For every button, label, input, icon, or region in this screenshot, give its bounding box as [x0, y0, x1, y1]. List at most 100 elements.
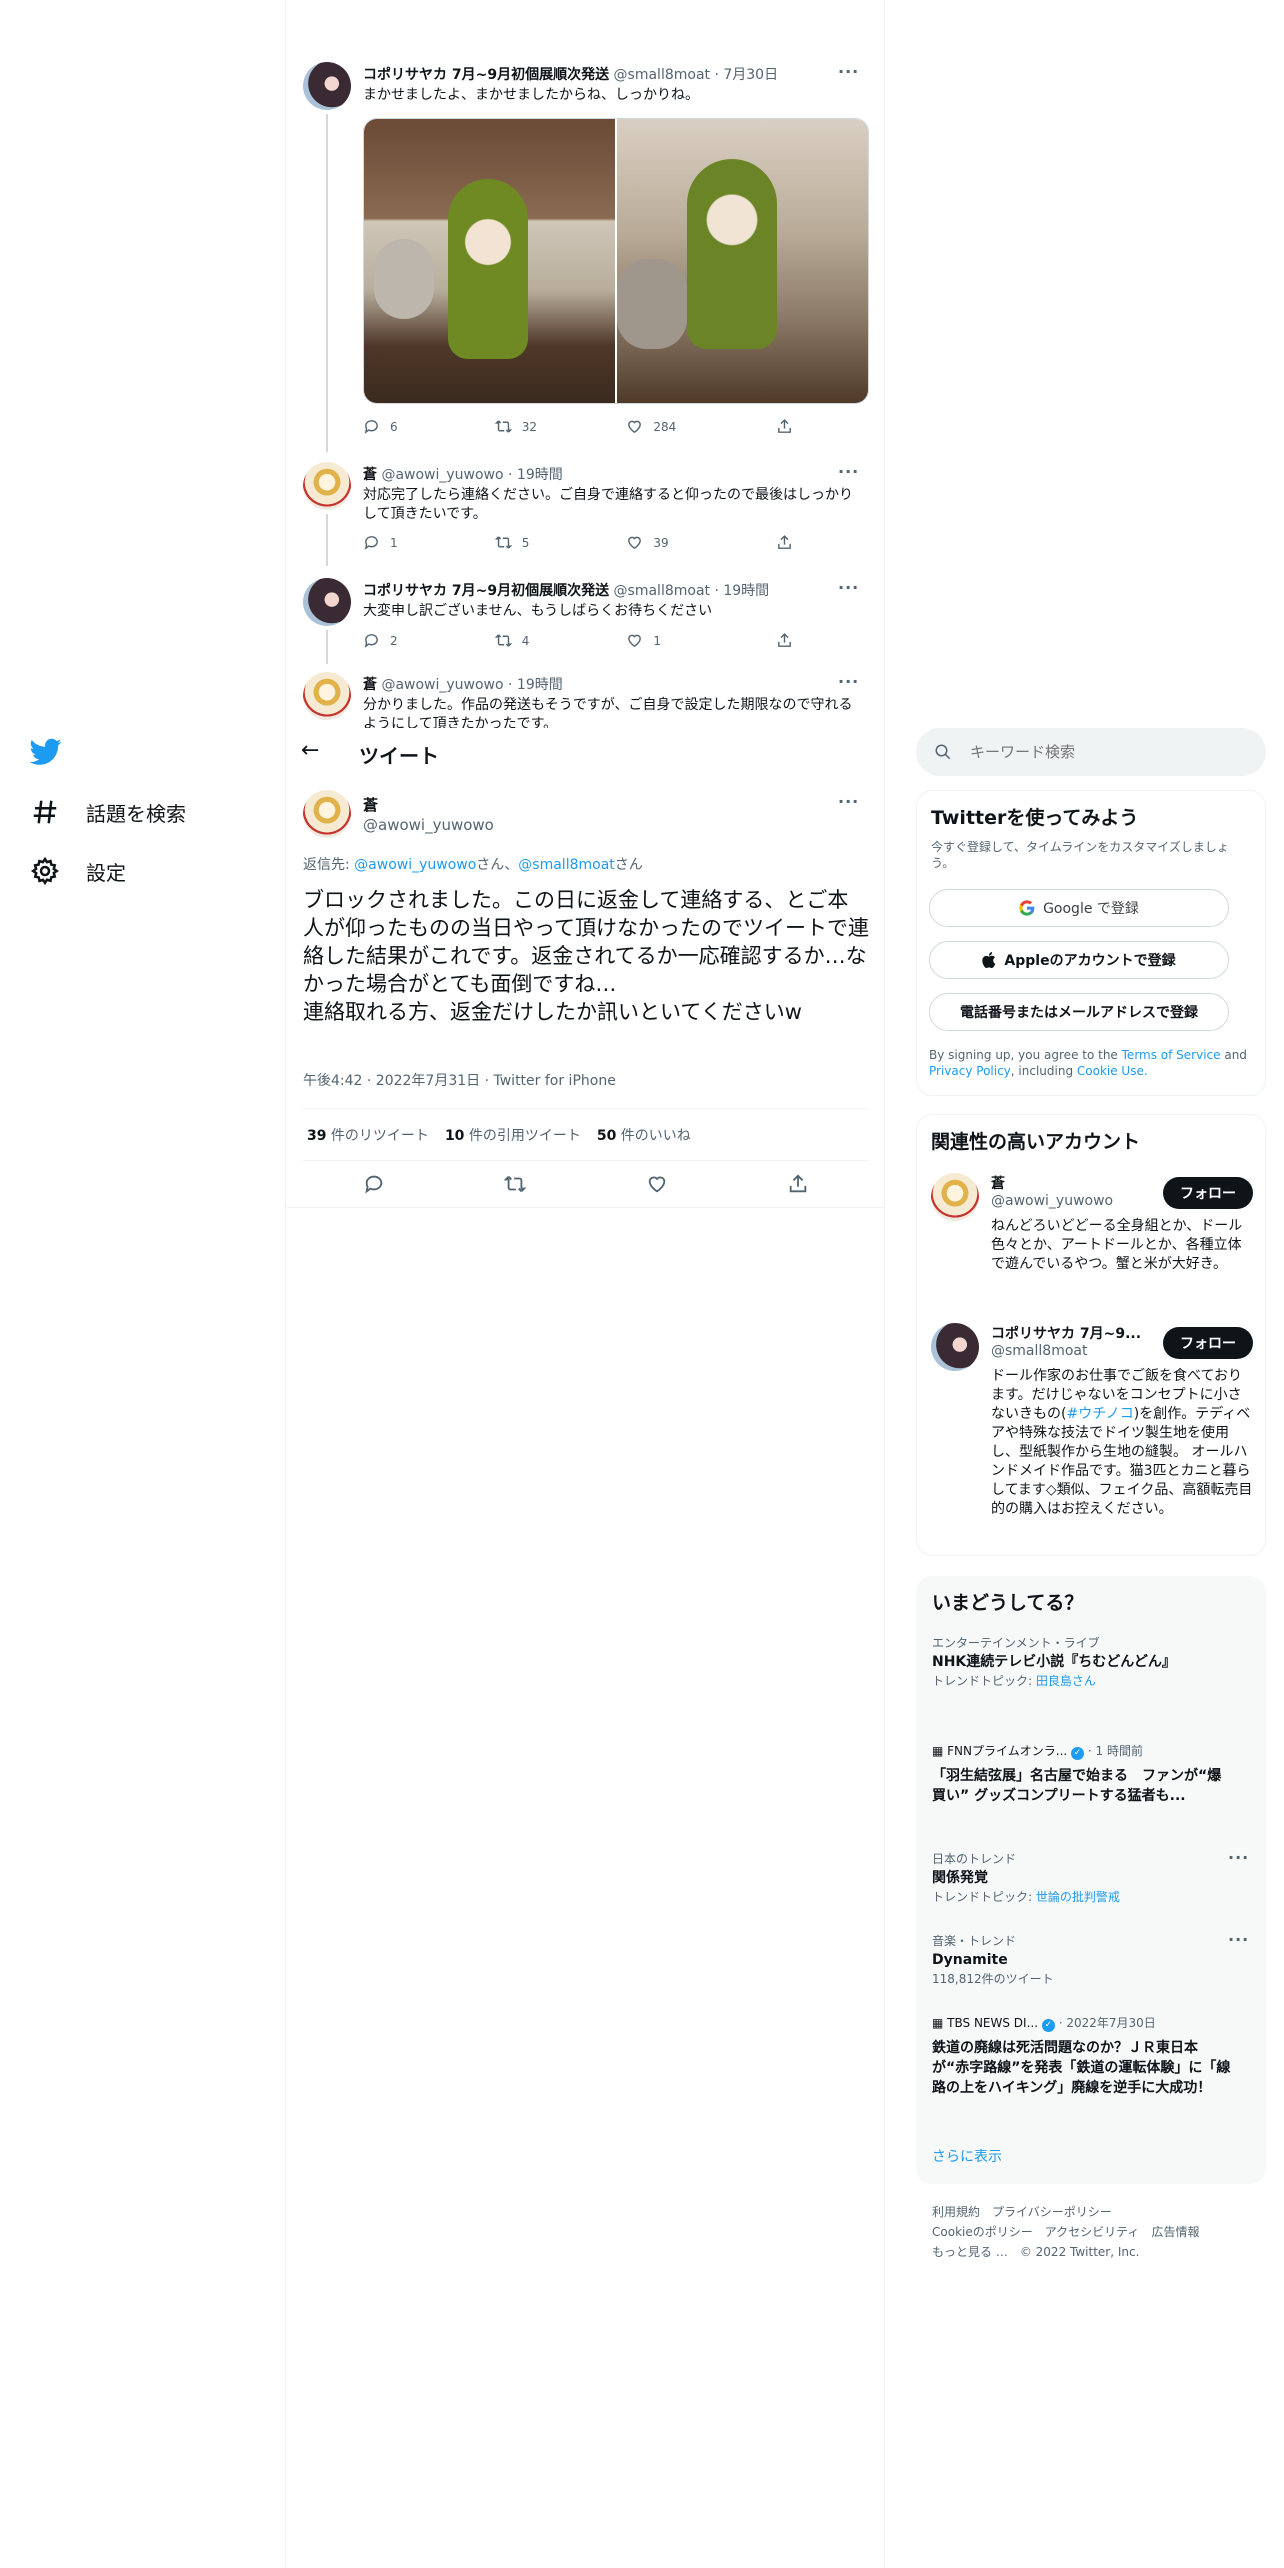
nav-settings-label: 設定 [86, 860, 126, 885]
reply-button[interactable]: 6 [363, 418, 495, 435]
trend-item[interactable]: 音楽・トレンド Dynamite 118,812件のツイート [932, 1932, 1232, 1988]
footer-link[interactable]: アクセシビリティ [1045, 2225, 1140, 2239]
tweet-time[interactable]: · 19時間 [508, 467, 563, 483]
quote-count[interactable]: 10 件の引用ツイート [445, 1125, 581, 1145]
hashtag-link[interactable]: #ウチノコ [1066, 1406, 1133, 1422]
footer-link[interactable]: Cookieのポリシー [932, 2225, 1033, 2239]
account-name[interactable]: 蒼 [991, 1173, 1005, 1193]
tweet-time[interactable]: · 7月30日 [714, 67, 778, 83]
more-options-icon[interactable]: ··· [838, 578, 859, 597]
tweet-body: ブロックされました。この日に返金して連絡する、とご本人が仰ったものの当日やって頂… [303, 888, 869, 1024]
account-card[interactable]: 蒼 @awowi_yuwowo フォロー ねんどろいどどーる全身組とか、ドール色… [917, 1173, 1267, 1323]
trend-item[interactable]: ▦ FNNプライムオンラ... ✓ · 1 時間前 「羽生結弦展」名古屋で始まる… [932, 1742, 1232, 1806]
thread-tweet[interactable]: コポリサヤカ 7月~9月初個展順次発送 @small8moat · 19時間 ·… [303, 578, 869, 664]
author-name[interactable]: 蒼 [363, 677, 377, 693]
author-handle[interactable]: @awowi_yuwowo [363, 816, 494, 834]
like-button[interactable]: 1 [626, 632, 776, 649]
avatar[interactable] [931, 1173, 979, 1221]
footer-more-link[interactable]: もっと見る … [932, 2245, 1008, 2259]
avatar[interactable] [303, 672, 351, 720]
author-name[interactable]: 蒼 [363, 794, 378, 815]
search-input[interactable] [970, 743, 1230, 761]
terms-link[interactable]: Terms of Service [1122, 1048, 1221, 1062]
retweet-button[interactable]: 5 [494, 534, 627, 551]
thread-tweet[interactable]: コポリサヤカ 7月~9月初個展順次発送 @small8moat · 7月30日 … [303, 62, 869, 452]
trend-item[interactable]: ▦ TBS NEWS DI... ✓ · 2022年7月30日 鉄道の廃線は死活… [932, 2014, 1232, 2098]
avatar[interactable] [303, 462, 351, 510]
follow-button[interactable]: フォロー [1163, 1177, 1253, 1209]
reply-mention-1[interactable]: @awowi_yuwowo [354, 857, 476, 873]
more-options-icon[interactable]: ··· [838, 462, 859, 481]
author-handle[interactable]: @awowi_yuwowo [381, 677, 503, 693]
privacy-link[interactable]: Privacy Policy [929, 1064, 1011, 1078]
reply-button[interactable]: 2 [363, 632, 495, 649]
author-handle[interactable]: @small8moat [614, 583, 710, 599]
retweet-icon[interactable] [504, 1173, 527, 1195]
share-button[interactable] [776, 534, 793, 551]
account-handle[interactable]: @awowi_yuwowo [991, 1193, 1113, 1209]
tweet-header: 蒼 @awowi_yuwowo · 19時間 [363, 674, 563, 694]
show-more-link[interactable]: さらに表示 [932, 2146, 1002, 2166]
twitter-logo-icon[interactable] [29, 738, 62, 770]
reply-icon[interactable] [363, 1173, 385, 1195]
follow-button[interactable]: フォロー [1163, 1327, 1253, 1359]
account-handle[interactable]: @small8moat [991, 1343, 1087, 1359]
share-button[interactable] [776, 418, 793, 435]
footer-link[interactable]: 利用規約 [932, 2205, 980, 2219]
like-button[interactable]: 284 [626, 418, 776, 435]
trend-item[interactable]: 日本のトレンド 関係発覚 トレンドトピック: 世論の批判警戒 [932, 1850, 1232, 1906]
tweet-time[interactable]: · 19時間 [508, 677, 563, 693]
share-icon [778, 535, 791, 549]
tweet-timestamp[interactable]: 午後4:42 · 2022年7月31日 · Twitter for iPhone [303, 1070, 616, 1090]
share-icon[interactable] [787, 1173, 809, 1195]
apple-signup-button[interactable]: Appleのアカウントで登録 [929, 941, 1229, 979]
author-name[interactable]: コポリサヤカ 7月~9月初個展順次発送 [363, 67, 609, 83]
reply-mention-2[interactable]: @small8moat [518, 857, 614, 873]
account-card[interactable]: コポリサヤカ 7月~9... @small8moat フォロー ドール作家のお仕… [917, 1323, 1267, 1553]
avatar[interactable] [303, 578, 351, 626]
more-options-icon[interactable]: ··· [838, 672, 859, 691]
author-handle[interactable]: @awowi_yuwowo [381, 467, 503, 483]
trend-topic-link[interactable]: 田良島さん [1036, 1674, 1096, 1688]
retweet-button[interactable]: 32 [494, 418, 627, 435]
nav-settings[interactable]: 設定 [30, 856, 126, 886]
phone-email-signup-button[interactable]: 電話番号またはメールアドレスで登録 [929, 993, 1229, 1031]
trend-item[interactable]: エンターテインメント・ライブ NHK連続テレビ小説『ちむどんどん』 トレンドトピ… [932, 1634, 1232, 1690]
cat-doll-photo-2[interactable] [617, 119, 868, 403]
avatar[interactable] [303, 790, 351, 838]
back-arrow-icon[interactable]: ← [301, 738, 319, 763]
tweet-header-bar: ← ツイート [287, 728, 884, 778]
footer-link[interactable]: プライバシーポリシー [992, 2205, 1112, 2219]
tweet-media[interactable] [363, 118, 869, 404]
more-options-icon[interactable]: ··· [838, 792, 859, 811]
avatar[interactable] [303, 62, 351, 110]
like-count[interactable]: 50 件のいいね [597, 1125, 691, 1145]
share-button[interactable] [776, 632, 793, 649]
author-handle[interactable]: @small8moat [614, 67, 710, 83]
account-name[interactable]: コポリサヤカ 7月~9... [991, 1323, 1141, 1343]
avatar[interactable] [931, 1323, 979, 1371]
tweet-stats: 39 件のリツイート 10 件の引用ツイート 50 件のいいね [307, 1125, 691, 1145]
more-options-icon[interactable]: ··· [1228, 1848, 1249, 1867]
thread-tweet[interactable]: 蒼 @awowi_yuwowo · 19時間 ··· 対応完了したら連絡ください… [303, 462, 869, 566]
nav-explore[interactable]: 話題を検索 [30, 797, 186, 827]
trend-topic-link[interactable]: 世論の批判警戒 [1036, 1890, 1120, 1904]
footer-link[interactable]: 広告情報 [1151, 2225, 1199, 2239]
cat-doll-photo-1[interactable] [364, 119, 615, 403]
search-box[interactable] [916, 728, 1266, 776]
more-options-icon[interactable]: ··· [838, 62, 859, 81]
heart-icon[interactable] [646, 1173, 668, 1195]
more-options-icon[interactable]: ··· [1228, 1930, 1249, 1949]
thread-tweet[interactable]: 蒼 @awowi_yuwowo · 19時間 ··· 分かりました。作品の発送も… [303, 672, 869, 728]
cookie-link[interactable]: Cookie Use. [1077, 1064, 1148, 1078]
panel-title: 関連性の高いアカウント [931, 1131, 1141, 1153]
author-name[interactable]: 蒼 [363, 467, 377, 483]
author-name[interactable]: コポリサヤカ 7月~9月初個展順次発送 [363, 583, 609, 599]
like-button[interactable]: 39 [626, 534, 776, 551]
retweet-button[interactable]: 4 [494, 632, 627, 649]
retweet-count[interactable]: 39 件のリツイート [307, 1125, 429, 1145]
reply-button[interactable]: 1 [363, 534, 495, 551]
apple-icon [982, 952, 996, 968]
google-signup-button[interactable]: Google で登録 [929, 889, 1229, 927]
tweet-time[interactable]: · 19時間 [714, 583, 769, 599]
